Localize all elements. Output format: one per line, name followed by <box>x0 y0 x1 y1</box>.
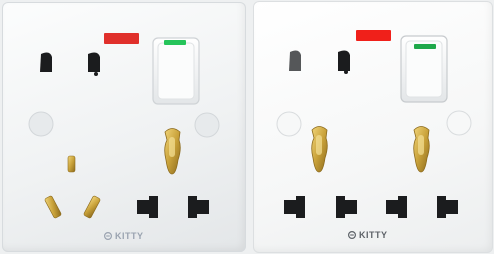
three-pin-socket-left[interactable] <box>44 155 101 219</box>
switch-led-left <box>164 40 186 45</box>
brass-earth-clip-left <box>164 128 181 175</box>
indicator-light-left <box>104 33 139 44</box>
brand-logo-left: KITTY <box>104 231 144 241</box>
universal-socket-right-2[interactable] <box>386 196 458 218</box>
brass-earth-clip-right-1 <box>311 126 328 173</box>
two-pin-socket-left[interactable] <box>40 52 100 76</box>
switch-led-right <box>414 44 436 49</box>
indicator-light-right <box>356 30 391 41</box>
brand-logo-right: KITTY <box>348 230 388 240</box>
screw-cover-left-2 <box>194 112 220 138</box>
brand-mark-icon <box>104 232 112 240</box>
brand-mark-icon <box>348 231 356 239</box>
screw-cover-left-1 <box>28 111 54 137</box>
brass-earth-clip-right-2 <box>413 126 430 173</box>
two-pin-socket-right[interactable] <box>289 50 350 74</box>
socket-graphics <box>28 30 472 219</box>
universal-socket-right-1[interactable] <box>284 196 357 218</box>
screw-cover-right-2 <box>446 110 472 136</box>
brand-name: KITTY <box>359 230 388 240</box>
brand-name: KITTY <box>115 231 144 241</box>
screw-cover-right-1 <box>276 111 302 137</box>
rocker-switch-left[interactable] <box>152 37 200 105</box>
universal-socket-left[interactable] <box>137 196 209 218</box>
rocker-switch-right[interactable] <box>400 35 448 103</box>
